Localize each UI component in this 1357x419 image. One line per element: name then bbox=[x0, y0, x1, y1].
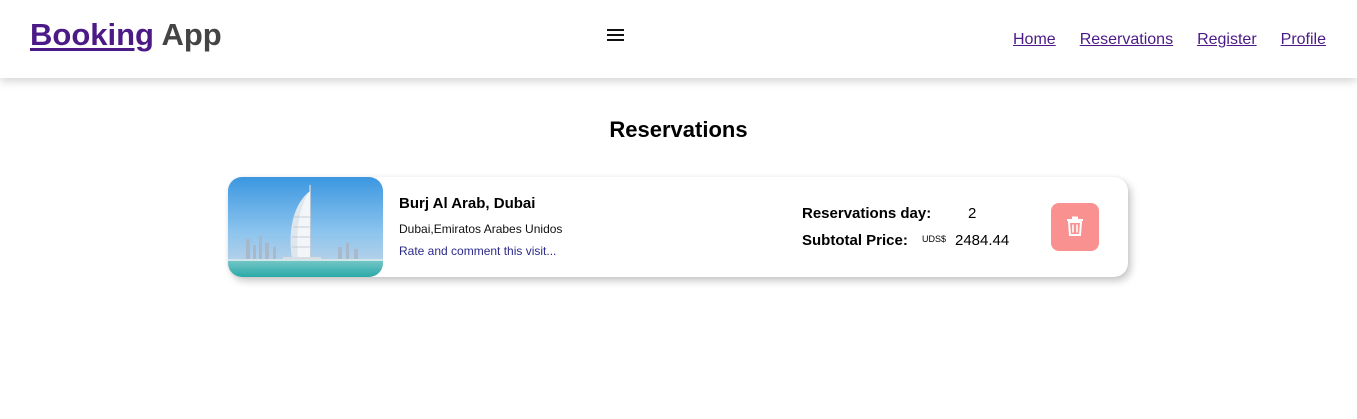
subtotal-price-value: 2484.44 bbox=[955, 232, 1010, 249]
nav-link-profile[interactable]: Profile bbox=[1281, 31, 1326, 49]
hamburger-menu-icon[interactable] bbox=[606, 27, 626, 43]
hotel-image bbox=[228, 177, 383, 277]
subtotal-price-label: Subtotal Price: bbox=[802, 232, 908, 249]
nav-link-reservations[interactable]: Reservations bbox=[1080, 31, 1173, 49]
page-title: Reservations bbox=[609, 117, 748, 142]
trash-icon bbox=[1066, 216, 1084, 239]
currency-label: UDS$ bbox=[922, 234, 947, 244]
nav-links: Home Reservations Register Profile bbox=[1013, 31, 1326, 49]
hotel-name: Burj Al Arab, Dubai bbox=[399, 195, 536, 212]
nav-link-home[interactable]: Home bbox=[1013, 31, 1056, 49]
hotel-location: Dubai,Emiratos Arabes Unidos bbox=[399, 222, 563, 236]
brand-logo: Booking App bbox=[30, 16, 222, 54]
nav-link-register[interactable]: Register bbox=[1197, 31, 1257, 49]
brand-home-link[interactable]: Booking bbox=[30, 17, 154, 52]
reservation-card: Burj Al Arab, Dubai Dubai,Emiratos Arabe… bbox=[228, 177, 1128, 277]
reservation-days-label: Reservations day: bbox=[802, 205, 932, 222]
rate-comment-link[interactable]: Rate and comment this visit... bbox=[399, 244, 556, 258]
reservation-days-value: 2 bbox=[968, 205, 977, 222]
brand-app-text: App bbox=[154, 17, 222, 52]
delete-reservation-button[interactable] bbox=[1051, 203, 1099, 251]
top-navbar: Booking App Home Reservations Register P… bbox=[0, 0, 1357, 78]
